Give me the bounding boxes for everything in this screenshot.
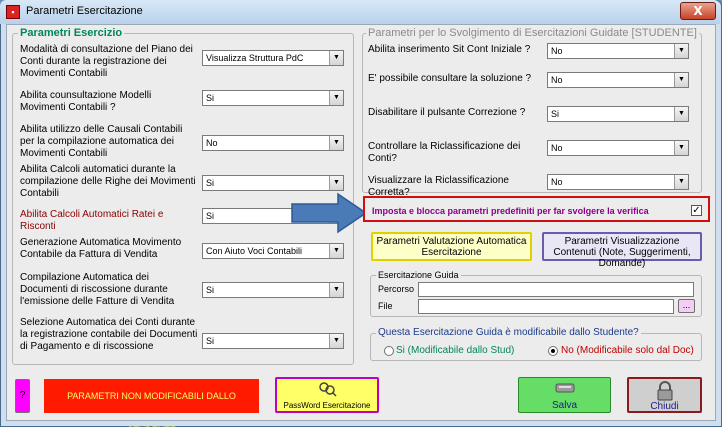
combo-consultazione-modelli[interactable]: Si ▼ [202, 90, 344, 106]
combo-value: No [551, 75, 563, 85]
dropdown-arrow-icon[interactable]: ▼ [329, 244, 343, 258]
label-disabilita-correzione: Disabilitare il pulsante Correzione ? [368, 107, 526, 118]
label-sit-cont-iniziale: Abilita inserimento Sit Cont Iniziale ? [368, 44, 531, 55]
close-button[interactable]: Chiudi [627, 377, 702, 413]
combo-generazione-movimento[interactable]: Con Aiuto Voci Contabili ▼ [202, 243, 344, 259]
lock-parameters-label: Imposta e blocca parametri predefiniti p… [372, 206, 649, 216]
label-ratei-risconti: Abilita Calcoli Automatici Ratei e Risco… [20, 209, 164, 232]
combo-documenti-riscossione[interactable]: Si ▼ [202, 282, 344, 298]
combo-value: No [551, 46, 563, 56]
radio-modificabile-no-label: No (Modificabile solo dal Doc) [561, 345, 694, 356]
dropdown-arrow-icon[interactable]: ▼ [674, 73, 688, 87]
window-close-button[interactable]: X [680, 2, 716, 20]
combo-value: Si [206, 336, 215, 346]
dropdown-arrow-icon[interactable]: ▼ [329, 51, 343, 65]
combo-value: Si [206, 285, 215, 295]
save-icon [555, 383, 575, 393]
combo-visualizzare-riclassificazione[interactable]: No ▼ [547, 174, 689, 190]
label-consultare-soluzione: E' possibile consultare la soluzione ? [368, 73, 532, 84]
combo-value: Si [206, 93, 215, 103]
label-controllare-riclassificazione: Controllare la Riclassificazione dei Con… [368, 141, 521, 164]
dropdown-arrow-icon[interactable]: ▼ [674, 44, 688, 58]
dropdown-arrow-icon[interactable]: ▼ [329, 283, 343, 297]
combo-causali-contabili[interactable]: No ▼ [202, 135, 344, 151]
combo-sit-cont-iniziale[interactable]: No ▼ [547, 43, 689, 59]
group-legend-parametri-studente: Parametri per lo Svolgimento di Esercita… [366, 27, 699, 39]
combo-value: No [206, 138, 218, 148]
lock-parameters-checkbox[interactable]: ✓ [691, 205, 702, 216]
dropdown-arrow-icon[interactable]: ▼ [329, 334, 343, 348]
dropdown-arrow-icon[interactable]: ▼ [329, 91, 343, 105]
combo-selezione-conti[interactable]: Si ▼ [202, 333, 344, 349]
key-icon [319, 382, 337, 397]
combo-calcoli-automatici-righe[interactable]: Si ▼ [202, 175, 344, 191]
app-icon: ▪ [6, 5, 20, 19]
group-legend-parametri-esercizio: Parametri Esercizio [18, 27, 125, 39]
label-modalita-consultazione: Modalità di consultazione del Piano dei … [20, 44, 193, 79]
label-documenti-riscossione: Compilazione Automatica dei Documenti di… [20, 272, 175, 307]
combo-value: Si [206, 211, 215, 221]
annotation-arrow-icon [291, 192, 368, 234]
file-label: File [378, 301, 393, 311]
percorso-label: Percorso [378, 284, 415, 294]
dropdown-arrow-icon[interactable]: ▼ [329, 176, 343, 190]
parametri-visualizzazione-button[interactable]: Parametri Visualizzazione Contenuti (Not… [542, 232, 702, 269]
dropdown-arrow-icon[interactable]: ▼ [329, 136, 343, 150]
dropdown-arrow-icon[interactable]: ▼ [674, 107, 688, 121]
radio-modificabile-si[interactable] [384, 346, 394, 356]
password-button-label: PassWord Esercitazione [283, 401, 371, 410]
label-causali-contabili: Abilita utilizzo delle Causali Contabili… [20, 124, 183, 159]
label-calcoli-automatici-righe: Abilita Calcoli automatici durante la co… [20, 164, 196, 199]
combo-value: No [551, 177, 563, 187]
combo-disabilita-correzione[interactable]: Si ▼ [547, 106, 689, 122]
combo-value: Si [551, 109, 560, 119]
parametri-valutazione-button[interactable]: Parametri Valutazione Automatica Esercit… [371, 232, 532, 261]
dropdown-arrow-icon[interactable]: ▼ [674, 141, 688, 155]
window-title: Parametri Esercitazione [26, 5, 143, 17]
save-button-label: Salva [551, 400, 577, 411]
browse-file-button[interactable]: ... [678, 299, 695, 313]
group-legend-modificabile: Questa Esercitazione Guida è modificabil… [376, 327, 641, 338]
combo-consultare-soluzione[interactable]: No ▼ [547, 72, 689, 88]
file-input[interactable] [418, 299, 674, 314]
combo-modalita-consultazione[interactable]: Visualizza Struttura PdC ▼ [202, 50, 344, 66]
save-button[interactable]: Salva [518, 377, 611, 413]
label-consultazione-modelli: Abilita counsultazione Modelli Movimenti… [20, 90, 152, 113]
lock-icon [657, 381, 673, 401]
radio-modificabile-si-label: Si (Modificabile dallo Stud) [396, 345, 515, 356]
combo-value: No [551, 143, 563, 153]
combo-controllare-riclassificazione[interactable]: No ▼ [547, 140, 689, 156]
combo-value: Con Aiuto Voci Contabili [206, 246, 303, 256]
radio-modificabile-no[interactable] [548, 346, 558, 356]
combo-value: Si [206, 178, 215, 188]
group-legend-esercitazione-guida: Esercitazione Guida [376, 270, 461, 280]
combo-value: Visualizza Struttura PdC [206, 53, 304, 63]
warning-banner: PARAMETRI NON MODIFICABILI DALLO STUDENT… [44, 379, 259, 427]
label-generazione-movimento: Generazione Automatica Movimento Contabi… [20, 237, 182, 260]
dropdown-arrow-icon[interactable]: ▼ [674, 175, 688, 189]
percorso-input[interactable] [418, 282, 694, 297]
help-button[interactable]: ? [15, 379, 30, 413]
label-selezione-conti: Selezione Automatica dei Conti durante l… [20, 317, 198, 352]
close-button-label: Chiudi [650, 401, 679, 412]
title-bar[interactable]: ▪ Parametri Esercitazione X [0, 0, 720, 24]
password-button[interactable]: PassWord Esercitazione [275, 377, 379, 413]
